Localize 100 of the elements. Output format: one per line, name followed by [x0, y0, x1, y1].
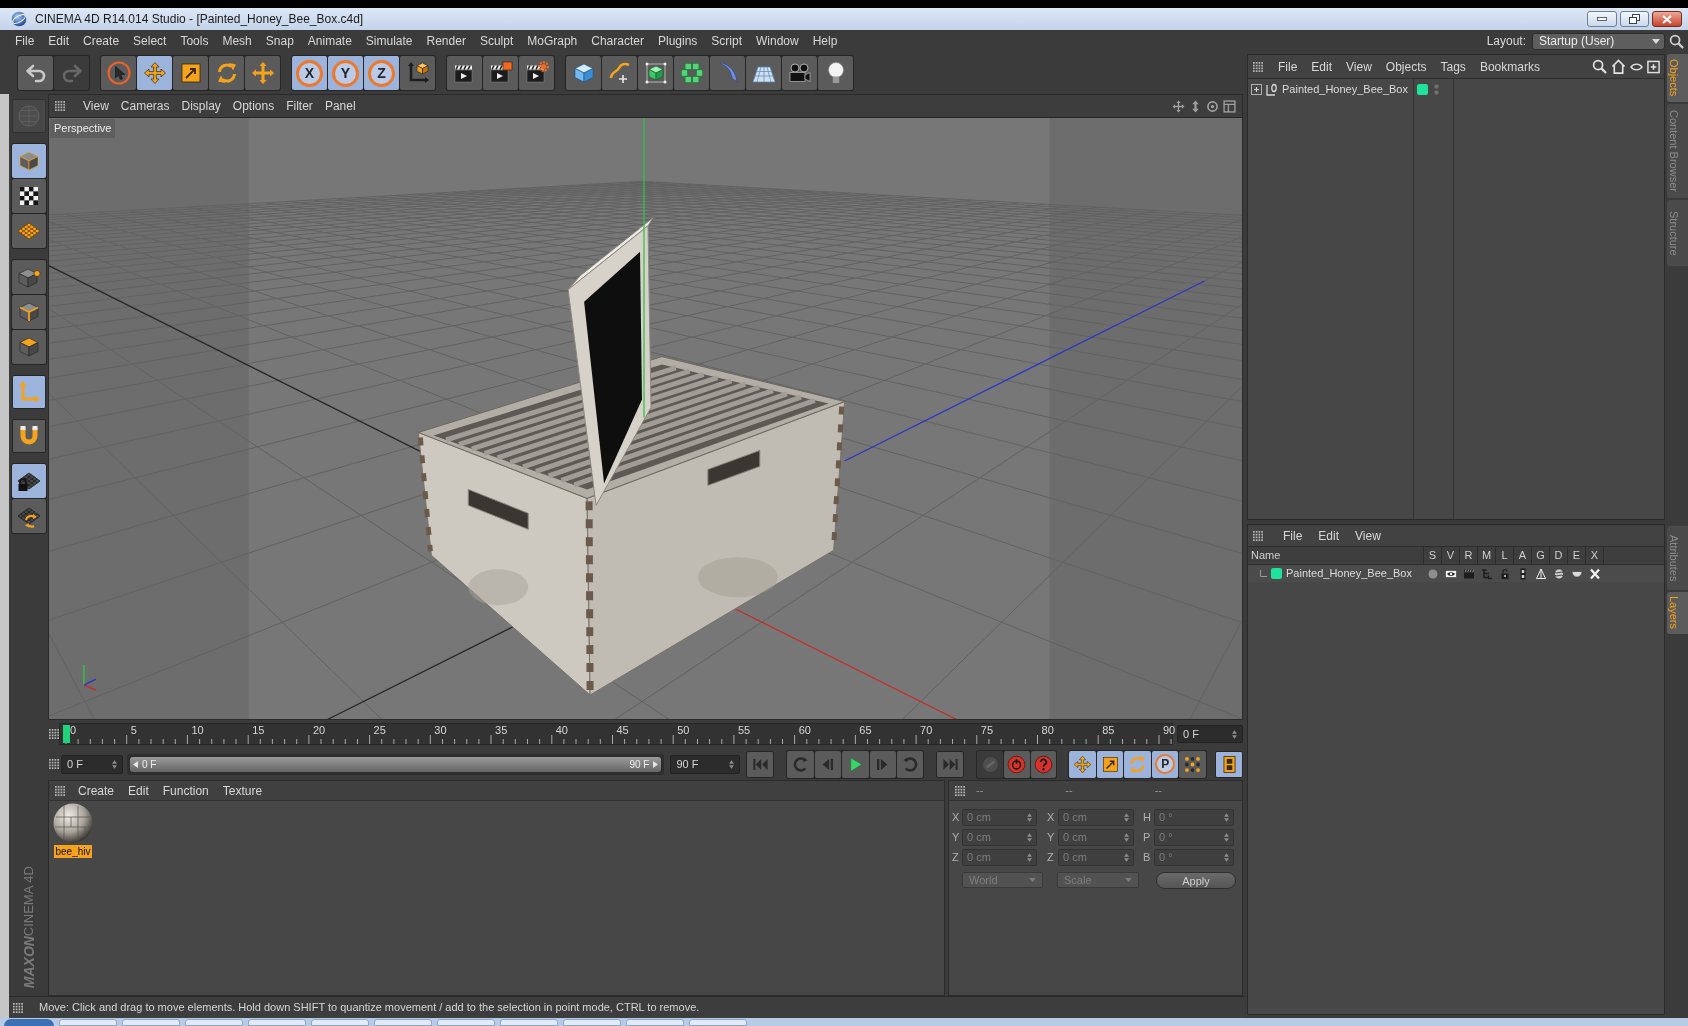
menu-item[interactable]: View	[1339, 60, 1379, 73]
menu-item[interactable]: Edit	[1310, 529, 1348, 542]
menu-item[interactable]: Create	[76, 35, 127, 47]
menu-item[interactable]: Tags	[1433, 60, 1473, 73]
menu-item[interactable]: Plugins	[650, 35, 705, 47]
toolbar-button[interactable]	[1096, 750, 1124, 778]
menu-item[interactable]: File	[1271, 60, 1305, 73]
stacked-dots-icon[interactable]	[1434, 84, 1439, 95]
menu-item[interactable]: Edit	[1304, 60, 1340, 73]
grip-icon[interactable]	[49, 759, 59, 769]
dot-icon[interactable]	[1427, 567, 1439, 580]
striped-oval-icon[interactable]	[1553, 567, 1565, 580]
menu-item[interactable]: File	[8, 35, 42, 47]
toolbar-button[interactable]	[11, 375, 46, 409]
menu-item[interactable]: MoGraph	[520, 35, 585, 47]
menu-item[interactable]: Script	[704, 35, 749, 47]
spinner-arrows-icon[interactable]	[1224, 852, 1229, 862]
menu-item[interactable]: Bookmarks	[1472, 60, 1547, 73]
menu-item[interactable]: View	[1347, 529, 1389, 542]
lock-icon[interactable]	[1499, 567, 1511, 580]
menu-item[interactable]: File	[1275, 529, 1311, 542]
four-way-arrows-icon[interactable]	[1172, 99, 1185, 113]
menu-item[interactable]: Display	[175, 100, 227, 112]
menu-item[interactable]: Snap	[258, 35, 301, 47]
spinner-arrows-icon[interactable]	[1224, 812, 1229, 822]
eye-icon[interactable]	[1445, 567, 1457, 580]
search-icon[interactable]	[1669, 33, 1684, 49]
home-icon[interactable]	[1611, 59, 1626, 74]
toolbar-button[interactable]	[566, 56, 601, 90]
timeline-ruler[interactable]: 0 5 10 15 20 25 30 35 40 45 50 55 60 65 70 75 80 85 90	[59, 723, 1173, 745]
toolbar-button[interactable]	[11, 464, 46, 498]
search-icon[interactable]	[1592, 59, 1607, 74]
column-header[interactable]: R	[1460, 547, 1478, 564]
column-header[interactable]: A	[1514, 547, 1532, 564]
toolbar-button[interactable]	[11, 179, 46, 213]
column-header[interactable]: G	[1532, 547, 1550, 564]
layout-dropdown[interactable]: Startup (User)	[1532, 32, 1665, 50]
toolbar-button[interactable]	[782, 56, 817, 90]
toolbar-button[interactable]	[1215, 750, 1243, 778]
layer-row[interactable]: Painted_Honey_Bee_Box	[1248, 565, 1664, 582]
pyramid-icon[interactable]	[1535, 567, 1547, 580]
grip-icon[interactable]	[1253, 61, 1263, 72]
toolbar-button[interactable]	[11, 419, 46, 453]
spinner-arrows-icon[interactable]	[1027, 832, 1032, 842]
spinner-arrows-icon[interactable]	[1124, 852, 1129, 862]
menu-item[interactable]: Help	[805, 35, 845, 47]
expand-plus-icon[interactable]	[1251, 84, 1262, 95]
menu-item[interactable]: Panel	[318, 100, 362, 112]
menu-item[interactable]: Cameras	[114, 100, 176, 112]
column-header[interactable]: X	[1586, 547, 1604, 564]
toolbar-button[interactable]: Y	[328, 56, 363, 90]
spinner-arrows-icon[interactable]	[111, 759, 117, 769]
menu-item[interactable]: Function	[155, 784, 216, 797]
menu-item[interactable]: View	[77, 100, 115, 112]
spinner-arrows-icon[interactable]	[1124, 812, 1129, 822]
grip-icon[interactable]	[49, 729, 59, 739]
spinner-arrows-icon[interactable]	[1224, 832, 1229, 842]
column-header[interactable]: V	[1442, 547, 1460, 564]
start-orb-icon[interactable]	[4, 1019, 54, 1026]
grip-icon[interactable]	[55, 785, 65, 796]
toolbar-button[interactable]	[1124, 750, 1151, 778]
menu-item[interactable]: Edit	[121, 784, 156, 797]
toolbar-button[interactable]	[11, 144, 46, 178]
menu-item[interactable]: Select	[126, 35, 174, 47]
menu-item[interactable]: Sculpt	[472, 35, 521, 47]
toolbar-button[interactable]	[519, 56, 554, 90]
toolbar-button[interactable]	[483, 56, 518, 90]
column-header[interactable]: Name	[1248, 547, 1424, 564]
toolbar-button[interactable]	[818, 56, 853, 90]
column-header[interactable]: S	[1424, 547, 1442, 564]
panel-layout-icon[interactable]	[1223, 99, 1236, 113]
plus-box-icon[interactable]	[1647, 59, 1660, 74]
menu-item[interactable]: Simulate	[358, 35, 420, 47]
menu-item[interactable]: Window	[749, 35, 806, 47]
toolbar-button[interactable]	[1179, 750, 1207, 778]
ring-dot-icon[interactable]	[1206, 99, 1219, 113]
menu-item[interactable]: Render	[419, 35, 473, 47]
object-name[interactable]: Painted_Honey_Bee_Box	[1282, 81, 1408, 98]
menu-item[interactable]: Animate	[300, 35, 359, 47]
start-frame-field[interactable]: 0 F	[61, 754, 123, 774]
toolbar-button[interactable]	[1069, 750, 1096, 778]
grip-icon[interactable]	[955, 785, 965, 796]
column-header[interactable]: M	[1478, 547, 1496, 564]
toolbar-button[interactable]: X	[292, 56, 327, 90]
menu-item[interactable]: Filter	[280, 100, 319, 112]
menu-item[interactable]: Objects	[1378, 60, 1434, 73]
menu-item[interactable]: Character	[584, 35, 651, 47]
close-button[interactable]	[1652, 11, 1682, 27]
end-frame-field[interactable]: 90 F	[670, 754, 741, 774]
column-header[interactable]: D	[1550, 547, 1568, 564]
menu-item[interactable]: Edit	[41, 35, 77, 47]
clapperboard-icon[interactable]	[1463, 567, 1475, 580]
spinner-arrows-icon[interactable]	[1027, 852, 1032, 862]
toolbar-button[interactable]	[447, 56, 482, 90]
spinner-arrows-icon[interactable]	[1124, 832, 1129, 842]
material-name[interactable]: bee_hiv	[54, 845, 92, 858]
grip-icon[interactable]	[1253, 530, 1263, 541]
toolbar-button[interactable]: P	[1151, 750, 1179, 778]
toolbar-button[interactable]	[842, 750, 869, 778]
minimize-button[interactable]	[1587, 11, 1617, 27]
